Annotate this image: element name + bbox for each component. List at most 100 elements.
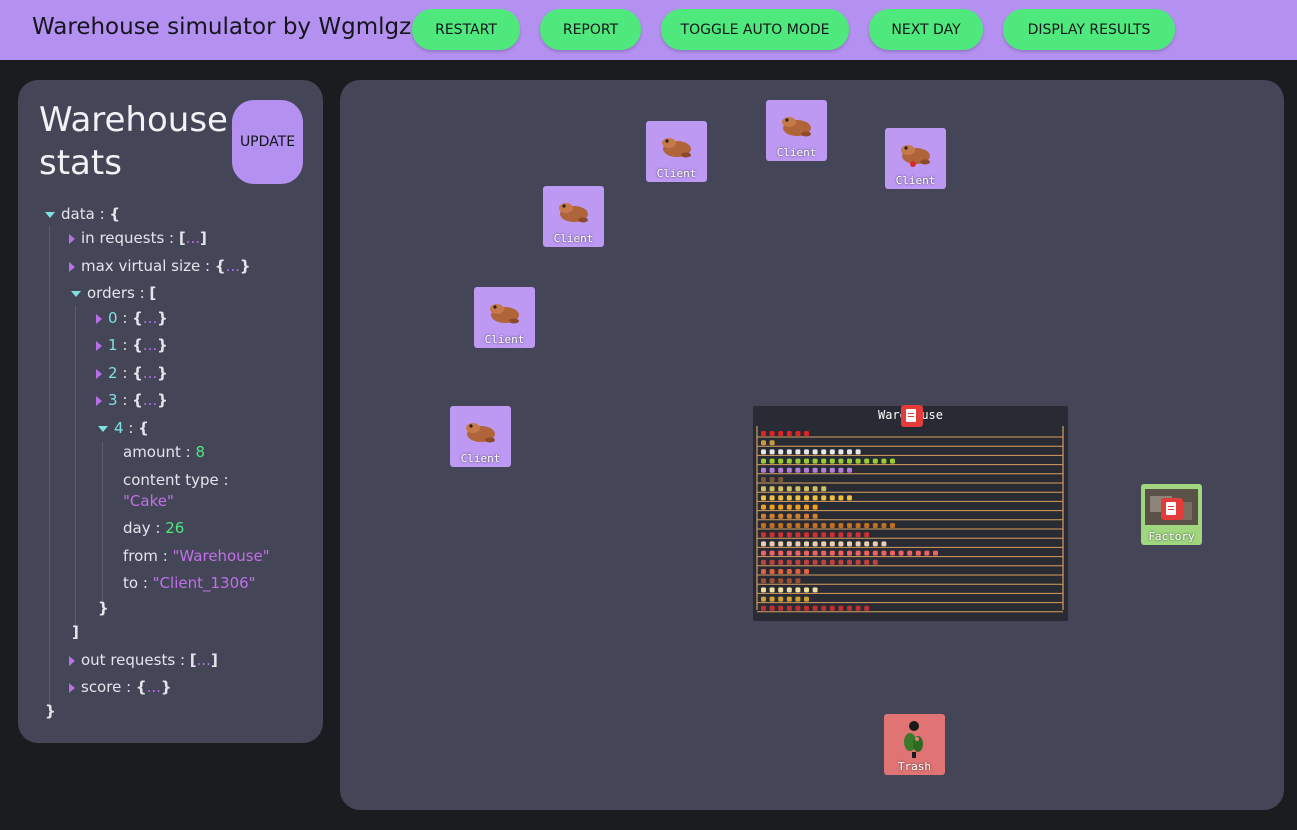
stock-item xyxy=(864,523,870,528)
caret-right-icon[interactable] xyxy=(69,261,75,272)
tree-node-data[interactable]: data : { xyxy=(45,204,120,224)
stock-item xyxy=(890,458,895,464)
stock-item xyxy=(778,596,784,602)
stock-item xyxy=(786,449,792,455)
stock-item xyxy=(786,550,792,556)
stock-item xyxy=(829,467,835,473)
stock-item xyxy=(786,596,792,602)
tree-node-out-requests[interactable]: out requests : [...] xyxy=(69,650,218,670)
stock-item xyxy=(769,578,775,584)
warehouse-stats-panel: Warehouse stats UPDATE data : { in reque… xyxy=(18,80,323,743)
stock-item xyxy=(821,449,827,455)
stock-item xyxy=(769,504,775,510)
stock-item xyxy=(838,605,844,611)
client-node[interactable]: Client xyxy=(474,287,535,348)
stock-item xyxy=(855,532,861,538)
caret-down-icon[interactable] xyxy=(71,290,81,297)
stock-item xyxy=(778,587,784,593)
caret-right-icon[interactable] xyxy=(69,233,75,244)
warehouse-node[interactable]: Warehouse xyxy=(753,406,1068,621)
stock-item xyxy=(761,431,766,436)
stock-item xyxy=(769,486,775,492)
stock-item xyxy=(838,495,844,501)
stock-item xyxy=(821,486,827,492)
caret-right-icon[interactable] xyxy=(69,655,75,666)
stock-item xyxy=(761,559,766,565)
stock-item xyxy=(847,605,852,611)
tree-node-order-1[interactable]: 1 : {...} xyxy=(96,335,168,355)
stock-item xyxy=(778,550,784,556)
stock-item xyxy=(821,550,827,556)
tree-node-order-3[interactable]: 3 : {...} xyxy=(96,390,168,410)
caret-down-icon[interactable] xyxy=(98,425,108,432)
trash-node[interactable]: Trash xyxy=(884,714,945,775)
stock-item xyxy=(795,513,801,519)
factory-node[interactable]: Factory xyxy=(1141,484,1202,545)
stock-item xyxy=(795,458,801,464)
stock-item xyxy=(847,523,852,528)
trash-icon xyxy=(904,721,923,758)
stock-item xyxy=(769,467,775,473)
tree-node-order-4[interactable]: 4 : { xyxy=(98,418,149,438)
tree-node-in-requests[interactable]: in requests : [...] xyxy=(69,228,207,248)
stock-item xyxy=(864,550,870,556)
report-button[interactable]: REPORT xyxy=(540,9,641,50)
caret-right-icon[interactable] xyxy=(96,368,102,379)
stock-item xyxy=(855,458,861,464)
stock-item xyxy=(769,569,775,574)
caret-down-icon[interactable] xyxy=(45,211,55,218)
caret-right-icon[interactable] xyxy=(96,395,102,406)
stock-item xyxy=(769,477,775,482)
stock-item xyxy=(795,587,801,593)
stock-item xyxy=(761,458,766,464)
stock-item xyxy=(795,578,801,584)
caret-right-icon[interactable] xyxy=(96,340,102,351)
stock-item xyxy=(786,467,792,473)
display-results-button[interactable]: DISPLAY RESULTS xyxy=(1003,9,1175,50)
simulation-canvas[interactable]: Client Client Client Client Client Clien… xyxy=(340,80,1284,810)
stock-item xyxy=(804,587,809,593)
tree-node-orders[interactable]: orders : [ xyxy=(71,283,156,303)
tree-field-day: day : 26 xyxy=(123,519,185,537)
stock-item xyxy=(795,523,801,528)
stock-item xyxy=(804,449,809,455)
caret-right-icon[interactable] xyxy=(96,313,102,324)
caret-right-icon[interactable] xyxy=(69,682,75,693)
client-node[interactable]: Client xyxy=(543,186,604,247)
stock-item xyxy=(847,449,852,455)
report-document-icon xyxy=(901,405,923,427)
client-node[interactable]: Client xyxy=(766,100,827,161)
toad-icon xyxy=(466,423,495,443)
tree-node-order-2[interactable]: 2 : {...} xyxy=(96,363,168,383)
client-node[interactable]: Client xyxy=(450,406,511,467)
stock-item xyxy=(761,504,766,510)
stock-item xyxy=(812,504,818,510)
toggle-auto-mode-button[interactable]: TOGGLE AUTO MODE xyxy=(661,9,849,50)
stock-item xyxy=(769,431,775,436)
stock-item xyxy=(872,458,878,464)
tree-node-score[interactable]: score : {...} xyxy=(69,677,172,697)
next-day-button[interactable]: NEXT DAY xyxy=(869,9,983,50)
stock-item xyxy=(778,458,784,464)
client-node[interactable]: Client xyxy=(646,121,707,182)
toad-icon xyxy=(782,117,811,137)
stock-item xyxy=(778,605,784,611)
client-node[interactable]: Client xyxy=(885,128,946,189)
stock-item xyxy=(864,605,870,611)
stock-item xyxy=(778,504,784,510)
stock-item xyxy=(804,513,809,519)
tree-node-max-virtual-size[interactable]: max virtual size : {...} xyxy=(69,256,251,276)
stock-item xyxy=(855,449,861,455)
stock-item xyxy=(881,523,887,528)
update-button[interactable]: UPDATE xyxy=(232,100,303,184)
tree-node-order-0[interactable]: 0 : {...} xyxy=(96,308,168,328)
stock-item xyxy=(761,513,766,519)
stock-item xyxy=(786,605,792,611)
stock-item xyxy=(829,458,835,464)
stock-item xyxy=(778,431,784,436)
stock-item xyxy=(769,596,775,602)
stock-item xyxy=(847,495,852,501)
stock-item xyxy=(812,467,818,473)
app-title: Warehouse simulator by Wgmlgz xyxy=(32,14,412,40)
restart-button[interactable]: RESTART xyxy=(412,9,520,50)
